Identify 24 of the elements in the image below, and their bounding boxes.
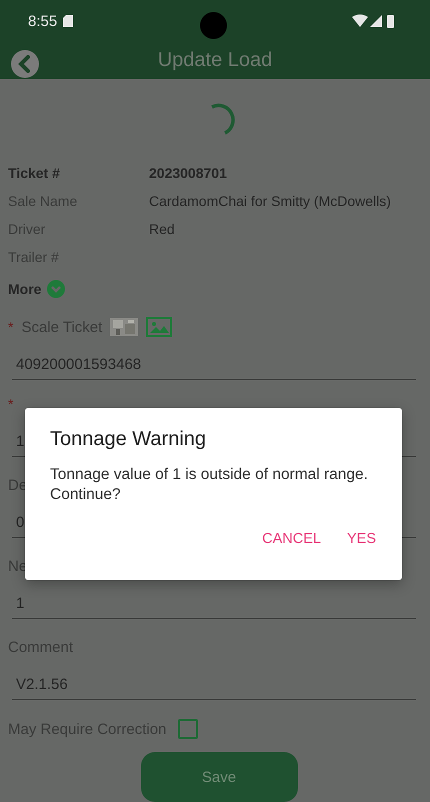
required-asterisk: * xyxy=(8,319,14,335)
chevron-down-icon[interactable] xyxy=(47,280,66,298)
camera-cutout xyxy=(200,12,227,39)
screen-title: Update Load xyxy=(158,49,272,72)
dialog-message: Tonnage value of 1 is outside of normal range. Continue? xyxy=(50,465,369,506)
detail-value: CardamomChai for Smitty (McDowells) xyxy=(149,193,392,209)
back-icon[interactable] xyxy=(10,49,40,80)
dialog-title: Tonnage Warning xyxy=(50,428,208,451)
detail-label: Ticket # xyxy=(8,165,61,181)
sd-card-icon xyxy=(63,15,74,28)
save-button[interactable]: Save xyxy=(140,752,298,802)
image-icon[interactable] xyxy=(146,317,172,337)
dialog-button[interactable]: CANCEL xyxy=(256,527,327,552)
input-field[interactable]: V2.1.56 xyxy=(12,669,416,700)
input-field[interactable]: 1 xyxy=(12,588,416,619)
detail-value: Red xyxy=(149,221,176,237)
checkbox[interactable] xyxy=(178,719,198,739)
more-label: More xyxy=(8,281,42,297)
status-time: 8:55 xyxy=(28,12,58,30)
status-icons xyxy=(352,14,396,28)
input-field[interactable]: 409200001593468 xyxy=(12,349,416,380)
detail-value: 2023008701 xyxy=(149,165,228,181)
dialog-button[interactable]: YES xyxy=(340,527,382,552)
required-asterisk: * xyxy=(8,396,14,412)
